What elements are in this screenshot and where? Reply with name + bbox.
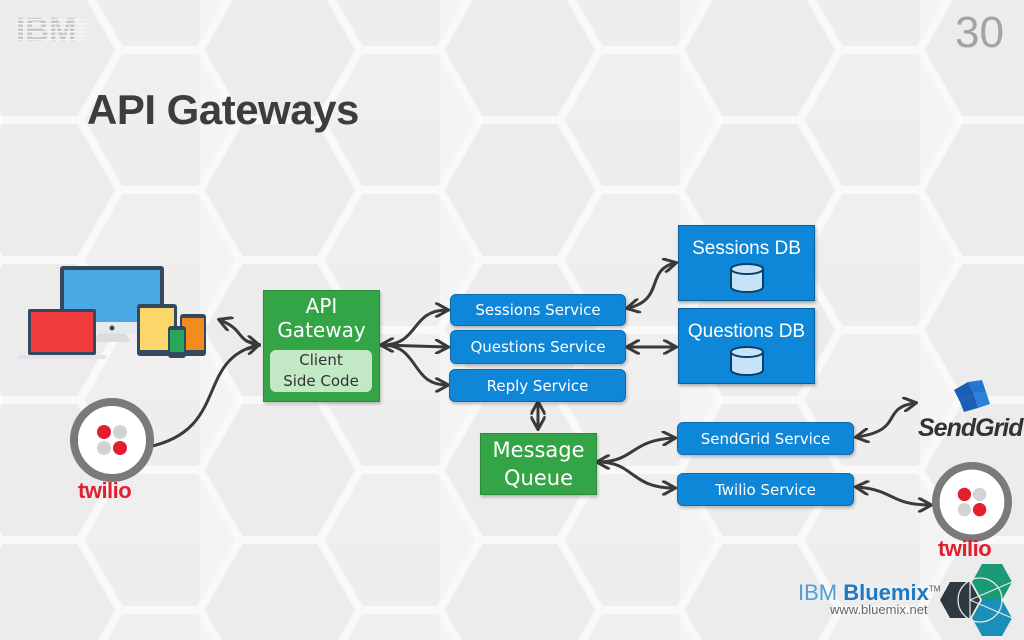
arrow-gateway-reply <box>381 343 447 385</box>
questions-db-box: Questions DB <box>678 308 815 384</box>
queue-line1: Message <box>492 438 585 462</box>
arrow-twiliosvc-twilio <box>857 487 930 505</box>
bluemix-url: www.bluemix.net <box>830 602 928 617</box>
sessions-service-box: Sessions Service <box>450 294 626 326</box>
arrow-sessions-sessionsdb <box>628 263 675 308</box>
questions-service-box: Questions Service <box>450 330 626 364</box>
twilio-service-box: Twilio Service <box>677 473 854 506</box>
arrow-sendgridsvc-sendgrid <box>857 403 915 437</box>
client-side-code-box: Client Side Code <box>270 350 372 392</box>
twilio-logo-right: twilio <box>930 462 1024 562</box>
arrow-devices-gateway <box>220 320 258 345</box>
sendgrid-service-box: SendGrid Service <box>677 422 854 455</box>
database-icon <box>729 346 764 376</box>
reply-service-box: Reply Service <box>449 369 626 402</box>
arrow-queue-twilio <box>597 460 674 488</box>
bluemix-hex-icon <box>940 564 1013 636</box>
arrow-gateway-sessions <box>382 310 447 345</box>
client-side-code-line1: Client <box>299 351 343 369</box>
sessions-db-label: Sessions DB <box>692 238 801 259</box>
message-queue-box: Message Queue <box>480 433 597 495</box>
twilio-wordmark: twilio <box>78 478 132 503</box>
sessions-db-box: Sessions DB <box>678 225 815 301</box>
trademark: TM <box>928 584 941 594</box>
client-side-code-line2: Side Code <box>283 372 359 390</box>
twilio-logo-left: twilio <box>68 398 158 508</box>
database-icon <box>729 263 764 293</box>
gateway-title-line2: Gateway <box>277 318 366 342</box>
sendgrid-icon <box>954 380 990 412</box>
arrow-queue-sendgrid <box>598 438 674 462</box>
sendgrid-wordmark: SendGrid <box>918 414 1024 442</box>
twilio-icon <box>932 462 1012 542</box>
questions-db-label: Questions DB <box>687 321 806 342</box>
queue-line2: Queue <box>504 466 573 490</box>
api-gateway-box: API Gateway Client Side Code <box>263 290 380 402</box>
gateway-title-line1: API <box>305 294 338 318</box>
twilio-icon <box>70 398 154 482</box>
devices-icon <box>18 266 206 359</box>
